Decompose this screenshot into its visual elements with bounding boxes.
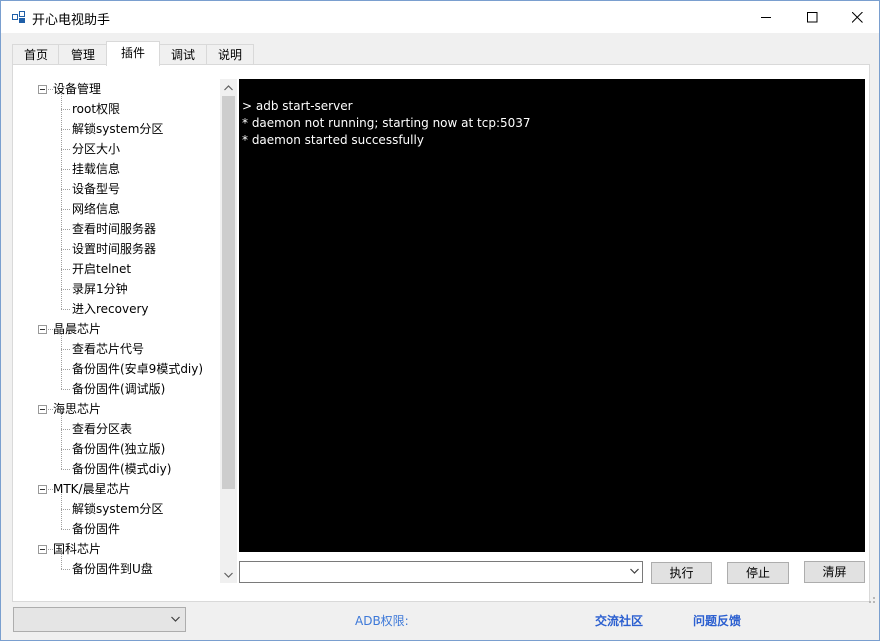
tree-leaf-node[interactable]: 备份固件(安卓9模式diy) — [72, 359, 203, 379]
tree-group-node[interactable]: MTK/晨星芯片 — [53, 479, 131, 499]
clear-screen-button[interactable]: 清屏 — [804, 561, 865, 583]
console-line: > adb start-server — [242, 99, 353, 113]
collapse-toggle-icon[interactable] — [38, 405, 47, 414]
device-select[interactable] — [13, 607, 186, 632]
tree-leaf-node[interactable]: 备份固件(调试版) — [72, 379, 165, 399]
chevron-down-icon — [224, 572, 233, 578]
chevron-down-icon[interactable] — [630, 568, 639, 574]
tree-connector — [61, 449, 70, 450]
console-line: * daemon not running; starting now at tc… — [242, 116, 531, 130]
tree-leaf-node[interactable]: 解锁system分区 — [72, 499, 163, 519]
tree-leaf-node[interactable]: 录屏1分钟 — [72, 279, 128, 299]
stop-button[interactable]: 停止 — [727, 562, 789, 584]
maximize-button[interactable] — [789, 1, 835, 33]
resize-grip-icon[interactable] — [863, 591, 877, 605]
collapse-toggle-icon[interactable] — [38, 545, 47, 554]
tree-connector — [61, 429, 70, 430]
maximize-icon — [806, 11, 817, 22]
tree-connector — [61, 569, 70, 570]
tab-plugins[interactable]: 插件 — [106, 41, 160, 66]
window-title: 开心电视助手 — [32, 13, 111, 28]
tree-connector — [61, 169, 70, 170]
tree-leaf-node[interactable]: 设置时间服务器 — [72, 239, 156, 259]
tree-connector — [61, 129, 70, 130]
tree-leaf-node[interactable]: 设备型号 — [72, 179, 120, 199]
tree-connector — [61, 249, 70, 250]
tree-leaf-node[interactable]: 备份固件 — [72, 519, 120, 539]
tree-leaf-node[interactable]: 解锁system分区 — [72, 119, 163, 139]
feedback-link[interactable]: 问题反馈 — [693, 612, 741, 629]
tree-connector — [61, 369, 70, 370]
chevron-up-icon — [224, 84, 233, 90]
tree-leaf-node[interactable]: 查看分区表 — [72, 419, 132, 439]
tree-connector — [61, 109, 70, 110]
tree-connector — [61, 469, 70, 470]
execute-button[interactable]: 执行 — [651, 562, 712, 584]
scroll-thumb[interactable] — [222, 96, 235, 489]
tab-manage[interactable]: 管理 — [58, 44, 108, 65]
tree-leaf-node[interactable]: 分区大小 — [72, 139, 120, 159]
collapse-toggle-icon[interactable] — [38, 485, 47, 494]
tree-leaf-node[interactable]: 备份固件到U盘 — [72, 559, 153, 579]
tree-leaf-node[interactable]: 查看芯片代号 — [72, 339, 144, 359]
tree-connector — [61, 289, 70, 290]
tree-connector — [61, 269, 70, 270]
tab-home[interactable]: 首页 — [12, 44, 60, 65]
tree-connector — [61, 389, 70, 390]
adb-label-text: ADB权限: — [355, 614, 409, 628]
collapse-toggle-icon[interactable] — [38, 85, 47, 94]
tree-leaf-node[interactable]: root权限 — [72, 99, 120, 119]
tree-leaf-node[interactable]: 网络信息 — [72, 199, 120, 219]
minimize-button[interactable] — [743, 1, 789, 33]
tree-connector — [61, 149, 70, 150]
plugins-panel: 设备管理 root权限 解锁system分区 分区大小 挂载信息 设备型号 网络信息 查看时间… — [12, 64, 870, 602]
console-output[interactable]: > adb start-server * daemon not running;… — [239, 79, 865, 552]
tree-connector — [61, 94, 62, 309]
close-button[interactable] — [834, 1, 880, 33]
app-window: 开心电视助手 首页 管理 插件 调试 说明 设备管理 root权限 解锁system… — [0, 0, 880, 641]
tree-connector — [61, 529, 70, 530]
tree-connector — [61, 494, 62, 529]
tree-connector — [61, 509, 70, 510]
minimize-icon — [760, 16, 771, 18]
tab-debug[interactable]: 调试 — [158, 44, 208, 65]
tree-connector — [61, 229, 70, 230]
close-icon — [851, 11, 863, 23]
chevron-down-icon[interactable] — [171, 616, 180, 622]
tree-connector — [61, 349, 70, 350]
tree-leaf-node[interactable]: 查看时间服务器 — [72, 219, 156, 239]
tab-help[interactable]: 说明 — [206, 44, 254, 65]
title-bar[interactable]: 开心电视助手 — [1, 1, 879, 33]
community-link[interactable]: 交流社区 — [595, 612, 643, 629]
command-combobox[interactable] — [239, 561, 643, 583]
tree-leaf-node[interactable]: 进入recovery — [72, 299, 149, 319]
console-line: * daemon started successfully — [242, 133, 424, 147]
collapse-toggle-icon[interactable] — [38, 325, 47, 334]
tree-connector — [61, 554, 62, 569]
plugin-tree[interactable]: 设备管理 root权限 解锁system分区 分区大小 挂载信息 设备型号 网络信息 查看时间… — [17, 79, 220, 583]
scroll-down-button[interactable] — [220, 566, 237, 583]
command-input[interactable] — [242, 564, 622, 580]
tree-connector — [61, 309, 70, 310]
adb-permission-label: ADB权限: — [355, 612, 409, 629]
tree-leaf-node[interactable]: 备份固件(模式diy) — [72, 459, 171, 479]
tree-leaf-node[interactable]: 开启telnet — [72, 259, 131, 279]
tree-leaf-node[interactable]: 备份固件(独立版) — [72, 439, 165, 459]
tree-connector — [61, 189, 70, 190]
tree-connector — [61, 414, 62, 469]
app-windows-icon — [12, 11, 25, 23]
tree-connector — [61, 209, 70, 210]
scroll-up-button[interactable] — [220, 79, 237, 96]
tree-scrollbar[interactable] — [220, 79, 237, 583]
tree-leaf-node[interactable]: 挂载信息 — [72, 159, 120, 179]
tree-connector — [61, 334, 62, 389]
